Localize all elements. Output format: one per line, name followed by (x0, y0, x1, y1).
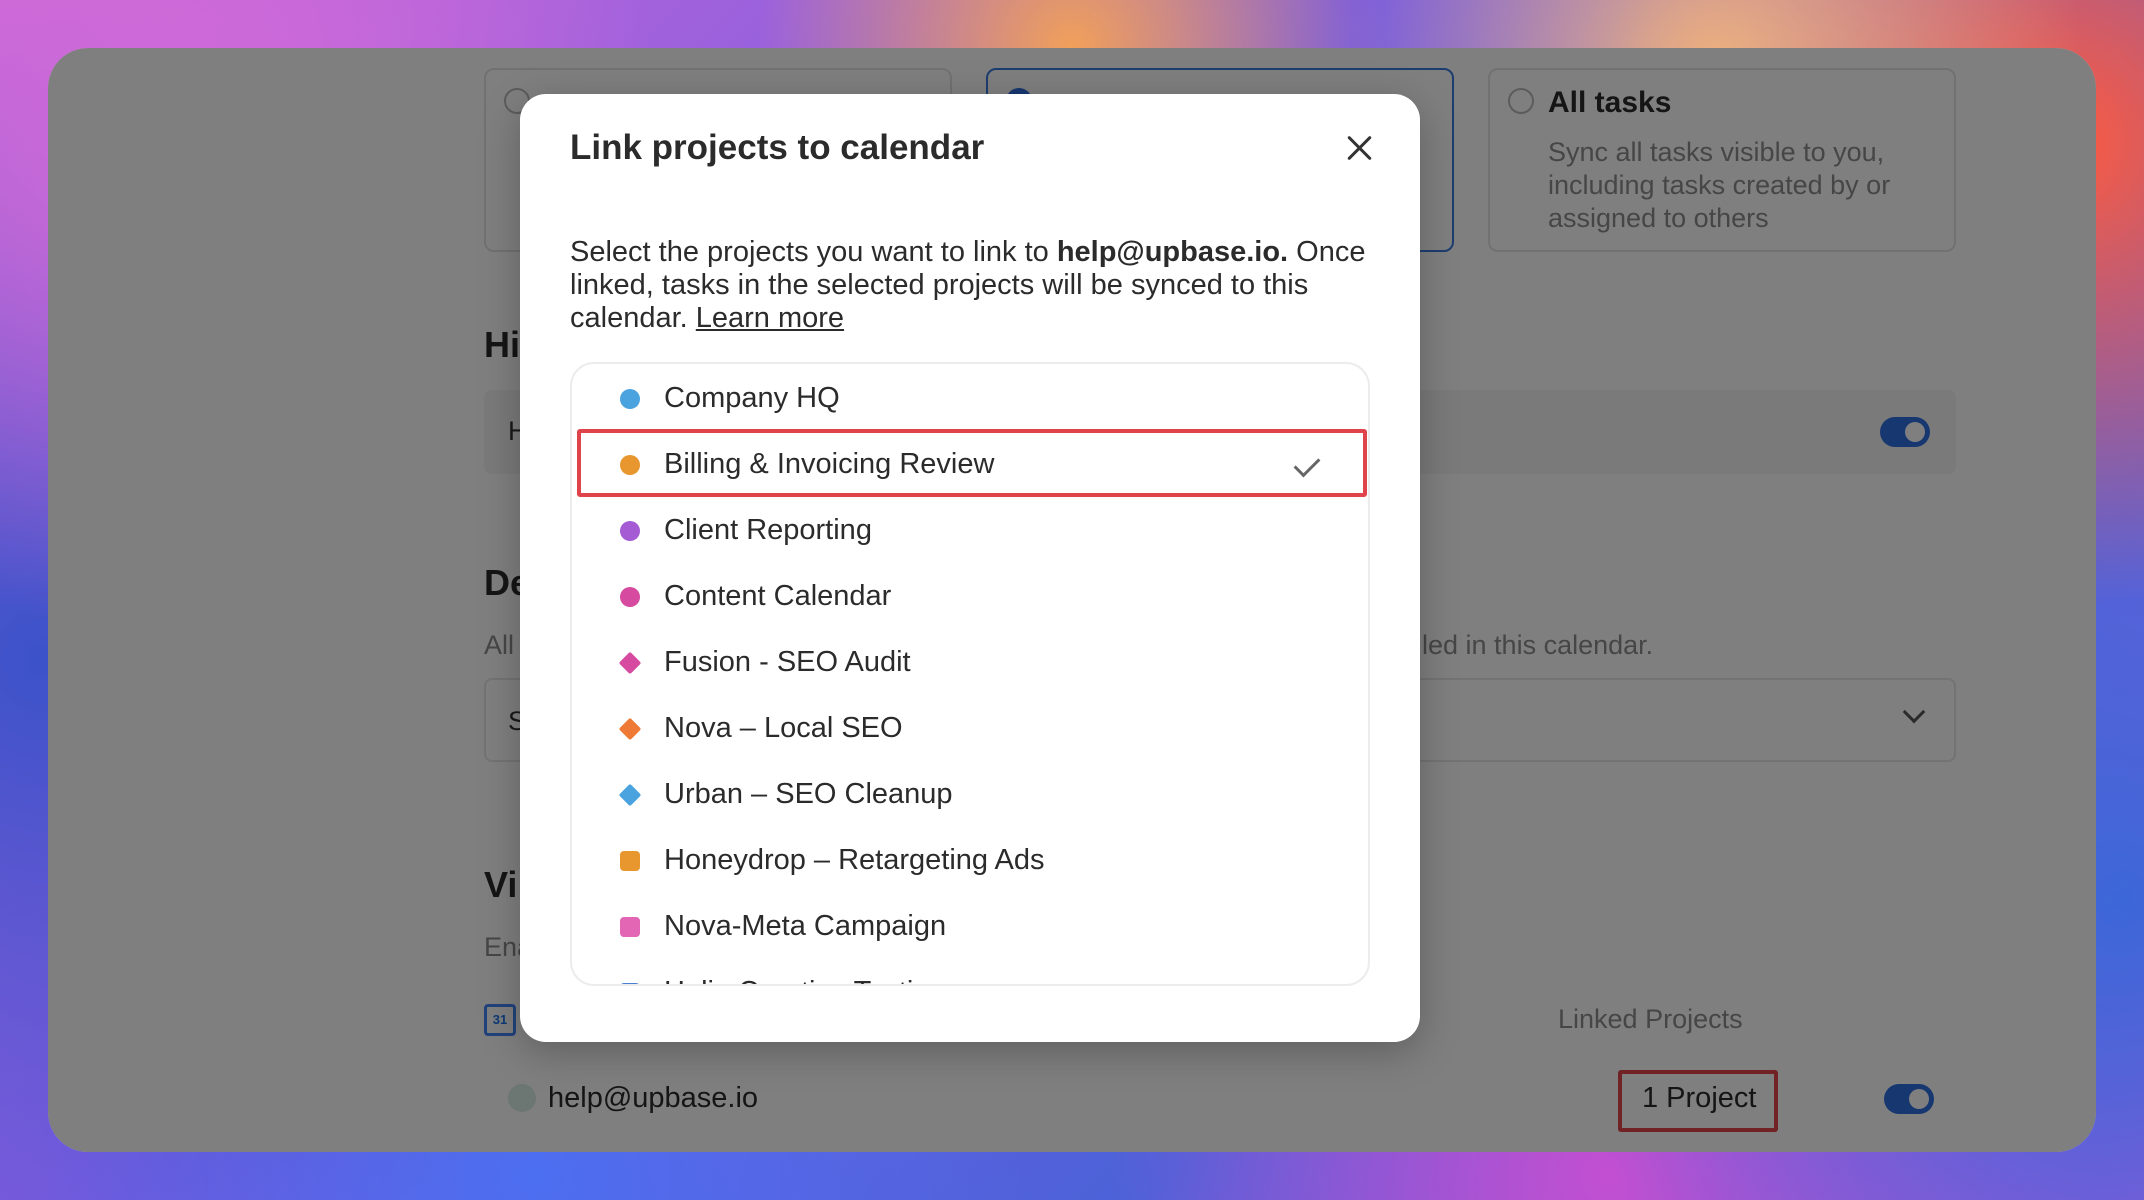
project-color-diamond (618, 783, 642, 807)
project-list[interactable]: Company HQ Billing & Invoicing Review Cl… (570, 362, 1370, 986)
project-label: Fusion - SEO Audit (664, 646, 911, 678)
project-item-fusion-seo-audit[interactable]: Fusion - SEO Audit (572, 630, 1368, 696)
project-item-company-hq[interactable]: Company HQ (572, 366, 1368, 432)
link-projects-modal: Link projects to calendar Select the pro… (520, 94, 1420, 1042)
project-color-dot (620, 521, 640, 541)
project-label: Urban – SEO Cleanup (664, 778, 953, 810)
project-color-dot (620, 389, 640, 409)
project-label: Honeydrop – Retargeting Ads (664, 844, 1045, 876)
project-item-urban-seo-cleanup[interactable]: Urban – SEO Cleanup (572, 762, 1368, 828)
project-item-client-reporting[interactable]: Client Reporting (572, 498, 1368, 564)
modal-description: Select the projects you want to link to … (570, 236, 1380, 335)
project-item-nova-meta-campaign[interactable]: Nova-Meta Campaign (572, 894, 1368, 960)
project-label: Company HQ (664, 382, 840, 414)
project-item-content-calendar[interactable]: Content Calendar (572, 564, 1368, 630)
project-color-square (620, 851, 640, 871)
modal-title: Link projects to calendar (570, 128, 985, 167)
project-color-square (620, 917, 640, 937)
project-label: Client Reporting (664, 514, 872, 546)
project-color-diamond (618, 651, 642, 675)
project-label: Holio Creative Testing (664, 976, 946, 984)
project-label: Content Calendar (664, 580, 892, 612)
modal-desc-email: help@upbase.io. (1056, 236, 1289, 268)
project-color-square (620, 983, 640, 984)
project-item-honeydrop-retargeting-ads[interactable]: Honeydrop – Retargeting Ads (572, 828, 1368, 894)
project-label: Nova-Meta Campaign (664, 910, 947, 942)
project-item-nova-local-seo[interactable]: Nova – Local SEO (572, 696, 1368, 762)
project-item-partial[interactable]: Holio Creative Testing (572, 960, 1368, 984)
modal-desc-prefix: Select the projects you want to link to (570, 236, 1057, 268)
project-color-dot (620, 587, 640, 607)
project-color-diamond (618, 717, 642, 741)
learn-more-link[interactable]: Learn more (696, 302, 844, 334)
selected-project-highlight (577, 429, 1367, 497)
project-label: Nova – Local SEO (664, 712, 903, 744)
close-icon[interactable] (1338, 126, 1382, 170)
